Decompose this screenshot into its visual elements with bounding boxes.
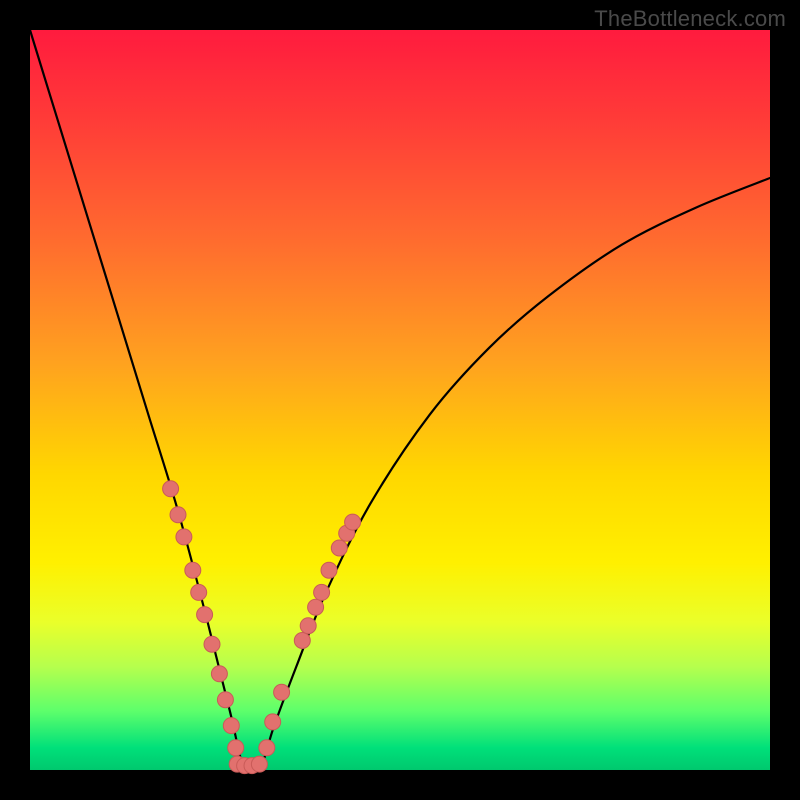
data-dot: [321, 562, 337, 578]
data-dot: [265, 714, 281, 730]
data-dot: [251, 756, 267, 772]
chart-svg: [30, 30, 770, 770]
watermark-text: TheBottleneck.com: [594, 6, 786, 32]
data-dot: [300, 618, 316, 634]
data-dot: [345, 514, 361, 530]
data-dot: [204, 636, 220, 652]
data-dot: [314, 584, 330, 600]
data-dot: [259, 740, 275, 756]
bottleneck-curve: [30, 30, 770, 777]
data-dot: [191, 584, 207, 600]
data-dot: [170, 507, 186, 523]
data-dot: [211, 666, 227, 682]
valley-dots: [163, 481, 361, 774]
data-dot: [331, 540, 347, 556]
data-dot: [308, 599, 324, 615]
data-dot: [223, 718, 239, 734]
data-dot: [176, 529, 192, 545]
chart-frame: TheBottleneck.com: [0, 0, 800, 800]
data-dot: [163, 481, 179, 497]
data-dot: [197, 607, 213, 623]
data-dot: [217, 692, 233, 708]
plot-area: [30, 30, 770, 770]
data-dot: [274, 684, 290, 700]
data-dot: [294, 633, 310, 649]
data-dot: [228, 740, 244, 756]
data-dot: [185, 562, 201, 578]
